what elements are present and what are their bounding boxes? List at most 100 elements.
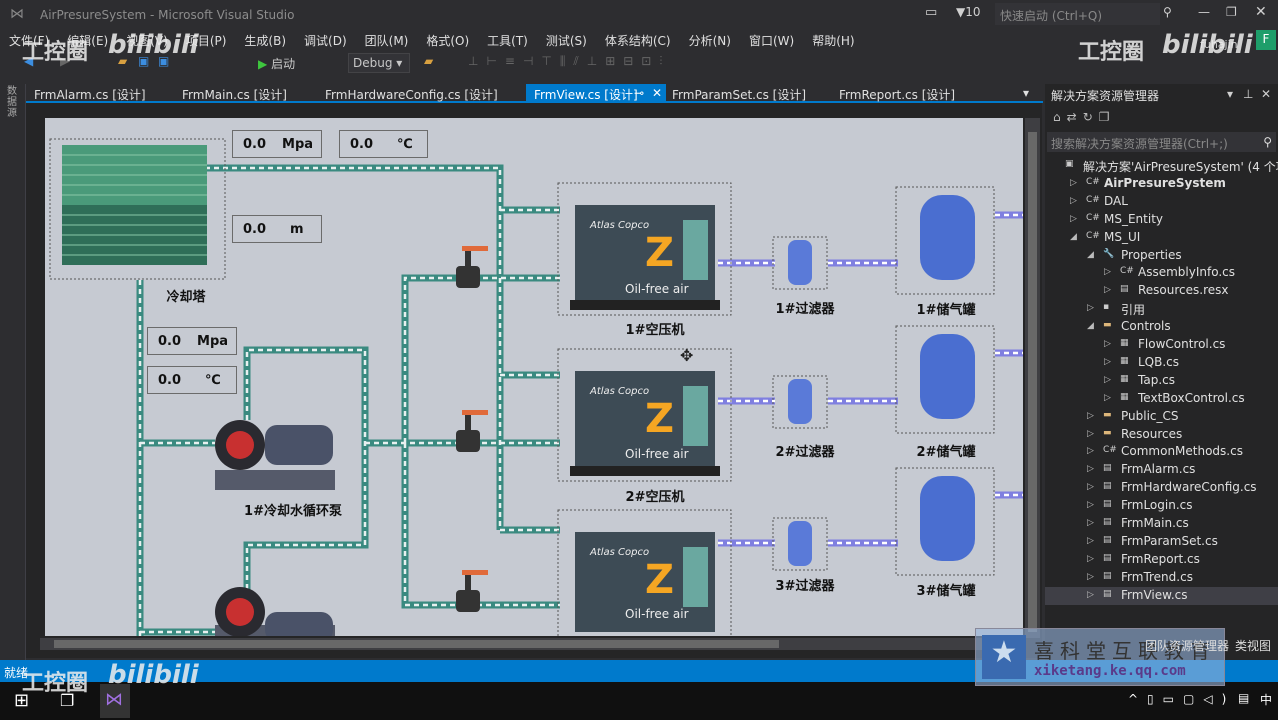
collapse-icon[interactable]: ❐ [1099, 110, 1116, 124]
solution-search-input[interactable]: 搜索解决方案资源管理器(Ctrl+;) ⚲ [1047, 132, 1276, 152]
expand-arrow-icon[interactable]: ▷ [1087, 464, 1094, 474]
csproj-icon: C# [1086, 230, 1100, 241]
form-icon: ▤ [1103, 481, 1112, 492]
tower-pressure-display[interactable]: 0.0 Mpa [232, 130, 322, 158]
pin-icon[interactable]: ⊥ [1243, 87, 1253, 101]
expand-arrow-icon[interactable]: ▷ [1104, 375, 1111, 385]
cooling-tower-label: 冷却塔 [166, 290, 206, 305]
expand-arrow-icon[interactable]: ▷ [1087, 429, 1094, 439]
tree-item[interactable]: ▷ ▤ FrmHardwareConfig.cs [1045, 479, 1278, 497]
vertical-scrollbar[interactable] [1025, 118, 1040, 638]
expand-arrow-icon[interactable]: ▷ [1070, 178, 1077, 188]
compressor-1-brand: Atlas Copco [590, 220, 650, 231]
solution-tree: ▣ 解决方案'AirPresureSystem' (4 个项目) ▷ C# AirPre… [1045, 157, 1278, 607]
tree-item[interactable]: ▷ ▦ FlowControl.cs [1045, 336, 1278, 354]
tree-item[interactable]: ▷ C# DAL [1045, 193, 1278, 211]
expand-arrow-icon[interactable]: ▷ [1087, 482, 1094, 492]
refresh-icon[interactable]: ↻ [1083, 110, 1099, 124]
tree-item[interactable]: ▷ ▤ FrmParamSet.cs [1045, 533, 1278, 551]
tree-item[interactable]: ▷ ▬ Resources [1045, 426, 1278, 444]
expand-arrow-icon[interactable]: ▷ [1087, 518, 1094, 528]
form-icon: ▤ [1103, 534, 1112, 545]
tree-item[interactable]: ▷ C# AssemblyInfo.cs [1045, 264, 1278, 282]
tree-item[interactable]: ▷ ▤ FrmReport.cs [1045, 551, 1278, 569]
tree-item[interactable]: ◢ 🔧 Properties [1045, 247, 1278, 265]
air-pipes [718, 211, 1023, 547]
tree-item[interactable]: ▷ C# AirPresureSystem [1045, 175, 1278, 193]
expand-arrow-icon[interactable]: ▷ [1104, 357, 1111, 367]
tank-1-label: 1#储气罐 [916, 303, 976, 318]
tree-item[interactable]: ▣ 解决方案'AirPresureSystem' (4 个项目) [1045, 157, 1278, 175]
close-panel-icon[interactable]: ✕ [1261, 87, 1271, 101]
expand-arrow-icon[interactable]: ▷ [1087, 554, 1094, 564]
form-icon: ▤ [1103, 463, 1112, 474]
tree-item[interactable]: ◢ ▬ Controls [1045, 318, 1278, 336]
tab-class-view[interactable]: 类视图 [1235, 637, 1271, 654]
watermark-site-bottom: bilibili [108, 660, 199, 690]
expand-arrow-icon[interactable]: ▷ [1087, 303, 1094, 313]
pump-pressure-display[interactable]: 0.0 Mpa [147, 327, 237, 355]
tree-item[interactable]: ▷ ▬ Public_CS [1045, 408, 1278, 426]
system-tray-icons[interactable]: ^▯▭▢◁) [1128, 692, 1235, 706]
tree-item[interactable]: ▷ C# MS_Entity [1045, 211, 1278, 229]
solution-explorer-toolbar[interactable]: ⌂⇄↻❐ [1053, 110, 1116, 124]
form-icon: ▤ [1103, 499, 1112, 510]
expand-arrow-icon[interactable]: ▷ [1104, 393, 1111, 403]
tower-temperature-display[interactable]: 0.0 ℃ [339, 130, 428, 158]
expand-arrow-icon[interactable]: ▷ [1087, 446, 1094, 456]
expand-arrow-icon[interactable]: ▷ [1070, 214, 1077, 224]
tree-item-label: FrmTrend.cs [1121, 569, 1193, 584]
expand-arrow-icon[interactable]: ▷ [1104, 285, 1111, 295]
action-center-icon[interactable]: ▤ [1238, 691, 1249, 705]
home-icon[interactable]: ⌂ [1053, 110, 1067, 124]
tree-item[interactable]: ▷ C# CommonMethods.cs [1045, 443, 1278, 461]
tree-item[interactable]: ▷ ▤ FrmMain.cs [1045, 515, 1278, 533]
compressor-1-logo-icon: Z [645, 230, 675, 276]
pumps [215, 420, 335, 636]
expand-arrow-icon[interactable]: ▷ [1087, 590, 1094, 600]
expand-arrow-icon[interactable]: ▷ [1087, 536, 1094, 546]
tree-item[interactable]: ▷ ▦ TextBoxControl.cs [1045, 390, 1278, 408]
filters [772, 236, 828, 571]
control-icon: ▦ [1120, 391, 1129, 402]
form-icon: ▤ [1103, 570, 1112, 581]
panel-menu-icon[interactable]: ▾ [1227, 87, 1233, 101]
expand-arrow-icon[interactable]: ▷ [1104, 339, 1111, 349]
tower-level-display[interactable]: 0.0 m [232, 215, 322, 243]
expand-arrow-icon[interactable]: ▷ [1087, 411, 1094, 421]
compressor-2-logo-icon: Z [645, 396, 675, 442]
collapse-arrow-icon[interactable]: ◢ [1070, 232, 1077, 242]
solution-icon: ▣ [1065, 159, 1074, 169]
tree-item[interactable]: ▷ ▤ FrmView.cs [1045, 586, 1278, 605]
compressor-2-brand: Atlas Copco [590, 386, 650, 397]
expand-arrow-icon[interactable]: ▷ [1070, 196, 1077, 206]
tree-item[interactable]: ▷ ▤ FrmAlarm.cs [1045, 461, 1278, 479]
tree-item[interactable]: ◢ C# MS_UI [1045, 229, 1278, 247]
pump-temperature-display[interactable]: 0.0 ℃ [147, 366, 237, 394]
tree-item-label: TextBoxControl.cs [1138, 390, 1245, 405]
collapse-arrow-icon[interactable]: ◢ [1087, 321, 1094, 331]
form-icon: ▤ [1103, 517, 1112, 527]
expand-arrow-icon[interactable]: ▷ [1087, 500, 1094, 510]
control-icon: ▦ [1120, 355, 1129, 366]
horizontal-scrollbar[interactable] [40, 638, 1025, 650]
tank-3-label: 3#储气罐 [916, 584, 976, 599]
cs-file-icon: C# [1120, 266, 1134, 277]
watermark-brand-bottom: 工控圈 [22, 671, 89, 696]
tree-item-label: FrmMain.cs [1121, 516, 1189, 530]
ime-indicator[interactable]: 中 [1260, 691, 1272, 708]
tree-item[interactable]: ▷ ▤ FrmTrend.cs [1045, 569, 1278, 587]
tree-item[interactable]: ▷ ▤ FrmLogin.cs [1045, 497, 1278, 515]
tree-item-label: FrmAlarm.cs [1121, 462, 1196, 477]
collapse-arrow-icon[interactable]: ◢ [1087, 250, 1094, 260]
compressor-1-label: 1#空压机 [625, 323, 685, 338]
tab-team-explorer[interactable]: 团队资源管理器 [1145, 637, 1229, 654]
tree-item[interactable]: ▷ ▦ Tap.cs [1045, 372, 1278, 390]
tree-item[interactable]: ▷ ▪ 引用 [1045, 300, 1278, 318]
csproj-icon: C# [1086, 212, 1100, 223]
expand-arrow-icon[interactable]: ▷ [1087, 572, 1094, 582]
tree-item[interactable]: ▷ ▦ LQB.cs [1045, 354, 1278, 372]
sync-icon[interactable]: ⇄ [1067, 110, 1083, 124]
tree-item[interactable]: ▷ ▤ Resources.resx [1045, 282, 1278, 300]
expand-arrow-icon[interactable]: ▷ [1104, 267, 1111, 277]
